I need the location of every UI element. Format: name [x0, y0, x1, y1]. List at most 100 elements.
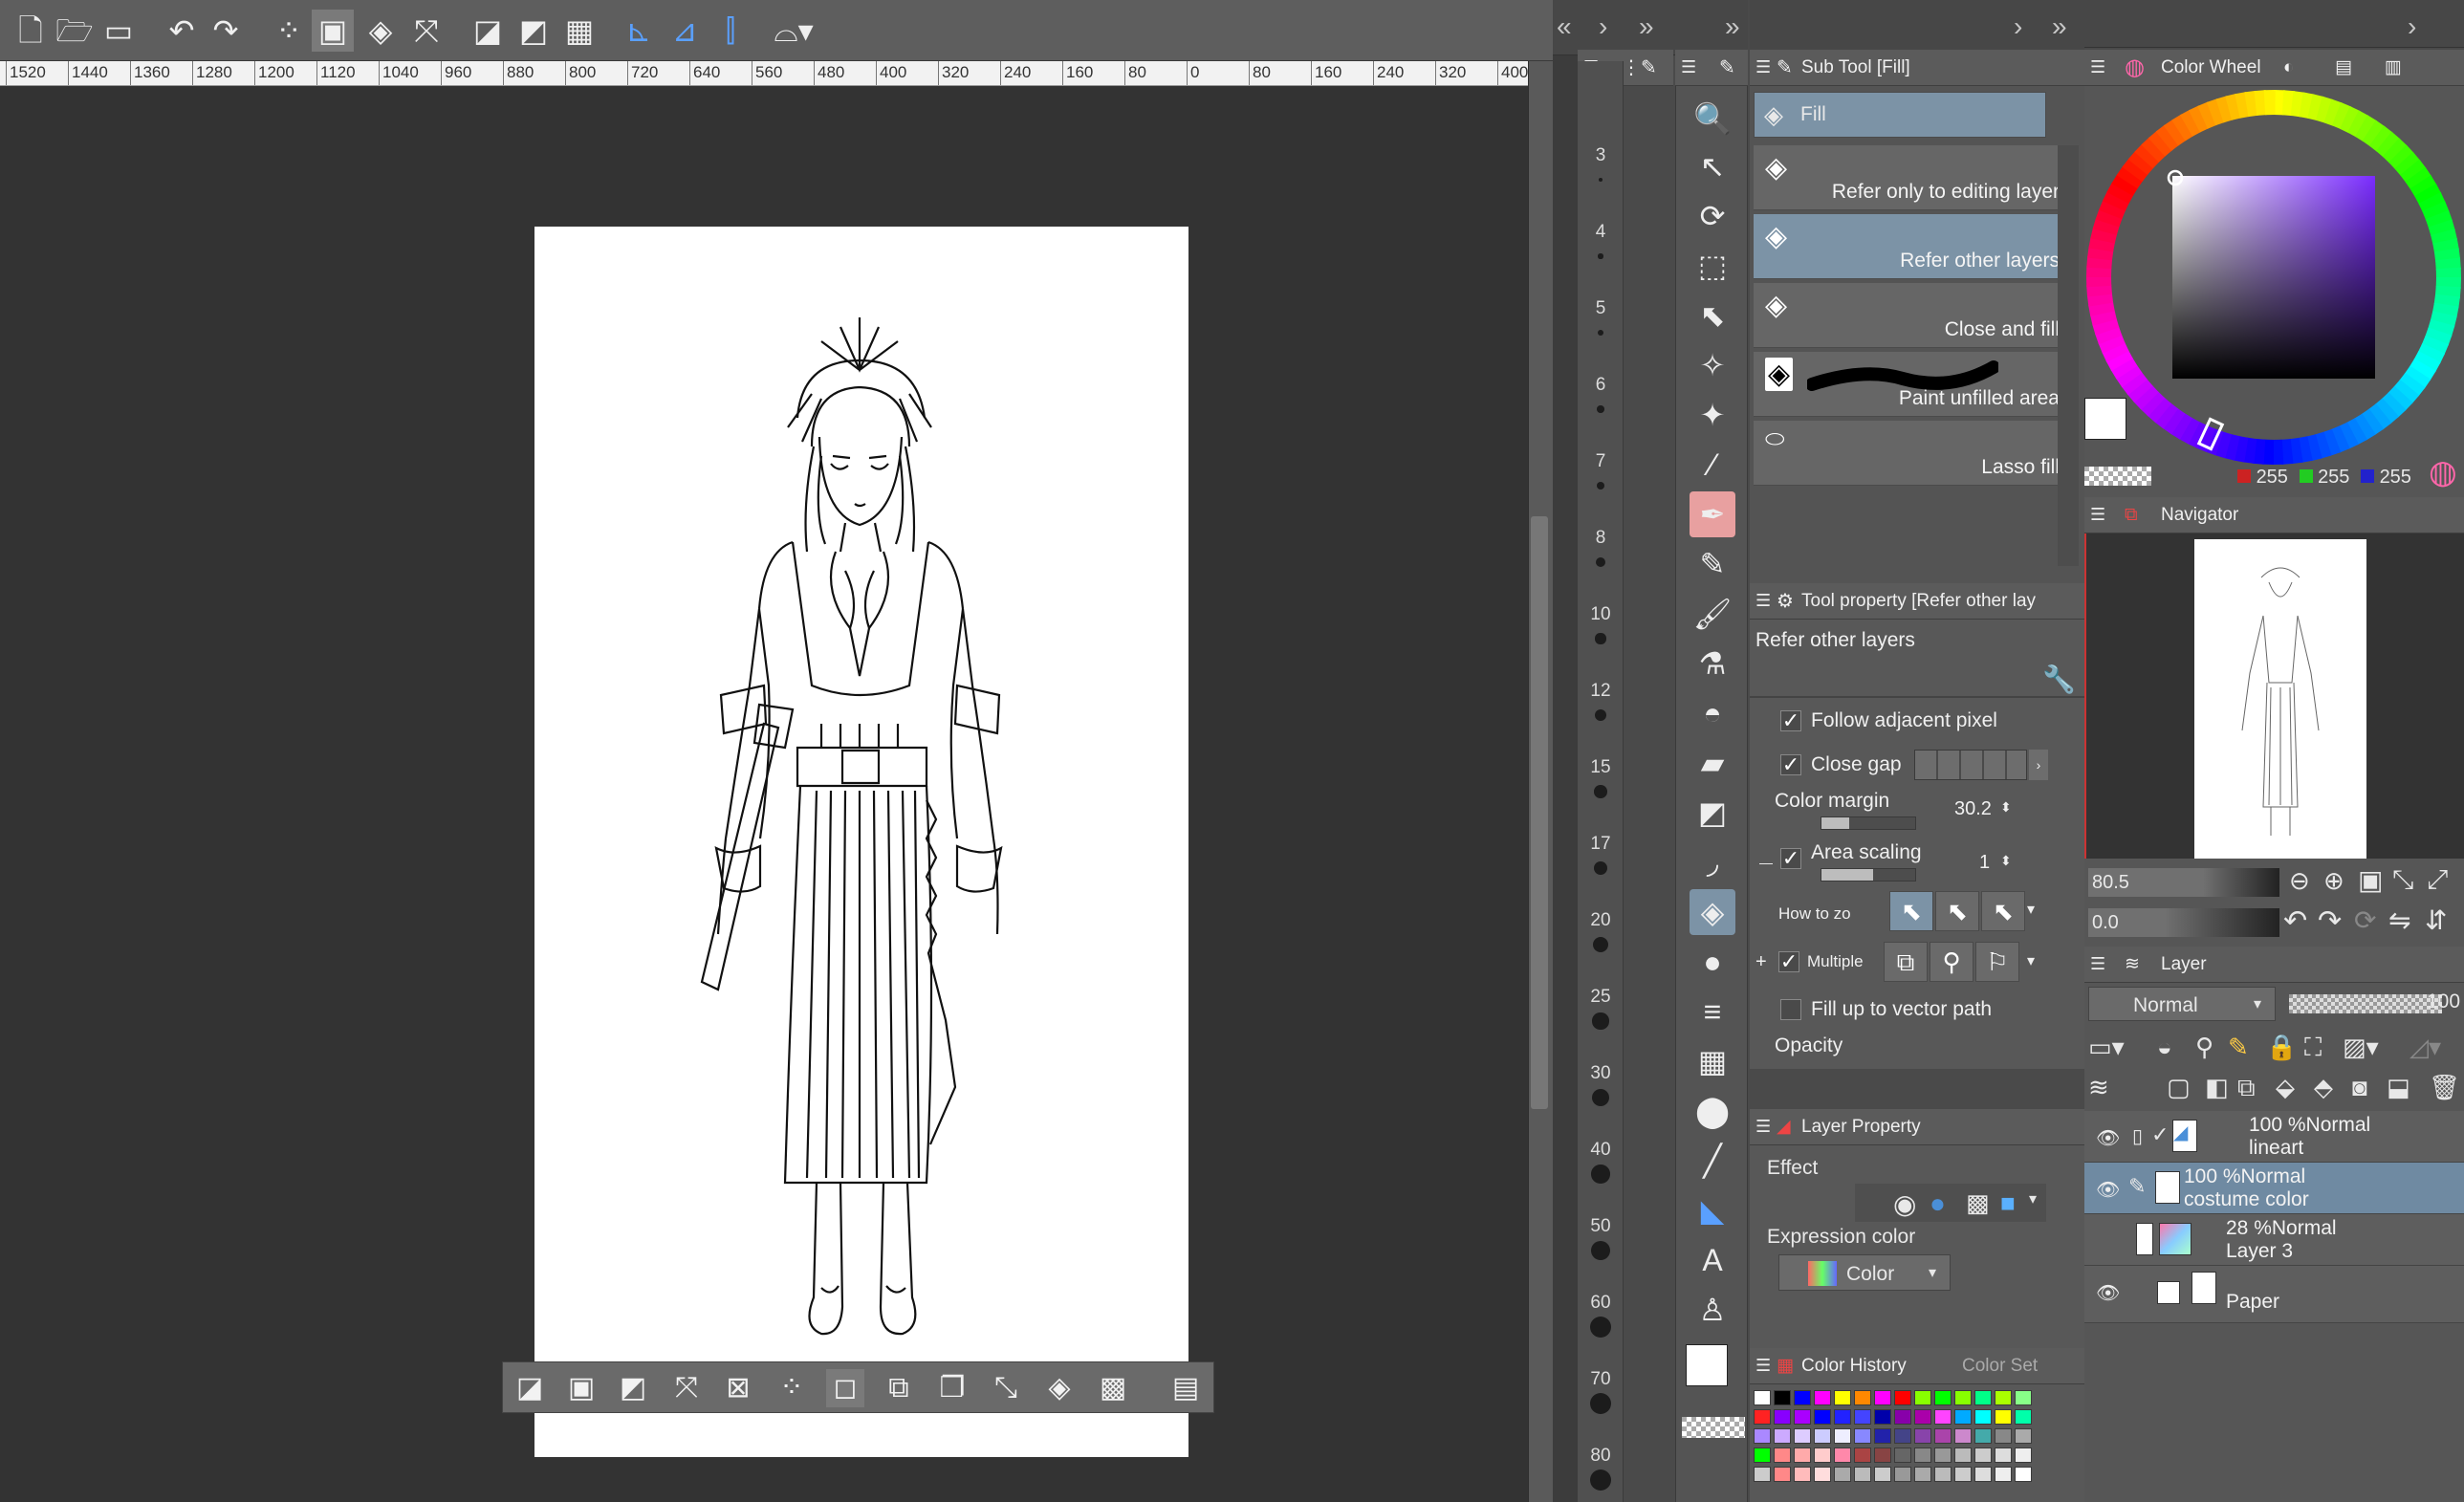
tone-effect-icon[interactable]: ▩	[1966, 1188, 1990, 1218]
panel-menu-icon[interactable]: ☰	[2090, 506, 2105, 523]
airbrush-icon[interactable]: ⚗	[1690, 641, 1735, 686]
color-swatch[interactable]	[1854, 1428, 1871, 1444]
subtool-item-refer-editing[interactable]: ◈ Refer only to editing layer	[1754, 145, 2065, 210]
new-folder-icon[interactable]: ⧉	[2237, 1073, 2256, 1103]
clear-selection-icon[interactable]: ⁘	[268, 10, 310, 52]
color-swatch[interactable]	[1894, 1467, 1911, 1482]
brush-size-dot[interactable]	[1590, 1240, 1611, 1261]
subtool-item-refer-other[interactable]: ◈ Refer other layers	[1754, 214, 2065, 279]
transfer-down-icon[interactable]: ⬙	[2276, 1073, 2295, 1102]
actual-size-icon[interactable]: ⤡	[2392, 864, 2413, 896]
color-swatch[interactable]	[1934, 1467, 1952, 1482]
colorwheel-title[interactable]: Color Wheel	[2161, 50, 2261, 85]
brush-size-dot[interactable]	[1597, 329, 1604, 337]
color-swatch[interactable]	[1954, 1467, 1972, 1482]
canvas-page[interactable]	[534, 227, 1188, 1457]
eye-icon[interactable]: 👁	[2096, 1281, 2120, 1305]
brush-size-dot[interactable]	[1597, 405, 1604, 413]
rotation-slider[interactable]: 0.0	[2088, 908, 2279, 937]
brush-size-dot[interactable]	[1590, 1393, 1611, 1414]
paste-icon[interactable]: ❐	[933, 1369, 971, 1407]
crop-icon[interactable]: ⤧	[667, 1369, 706, 1407]
transform-icon[interactable]: ◻	[826, 1369, 864, 1407]
brush-size-dot[interactable]	[1593, 937, 1608, 952]
panel-menu-icon[interactable]: ☰	[2090, 955, 2105, 972]
fit-width-icon[interactable]: ⤢	[2427, 864, 2448, 896]
color-swatch[interactable]	[1854, 1448, 1871, 1463]
dock-divider[interactable]	[1553, 0, 1578, 1502]
fill-icon[interactable]: ◩	[614, 1369, 652, 1407]
eraser-icon[interactable]: ▰	[1690, 740, 1735, 786]
wrench-icon[interactable]: 🔧	[2042, 664, 2076, 695]
brush-size-label[interactable]: 4	[1578, 222, 1624, 243]
fill-bucket-icon[interactable]: ◈	[1690, 889, 1735, 935]
color-swatch[interactable]	[1834, 1390, 1851, 1405]
brush-size-label[interactable]: 15	[1578, 757, 1624, 778]
expression-color-select[interactable]: Color ▾	[1778, 1254, 1951, 1291]
color-swatch[interactable]	[1774, 1390, 1791, 1405]
brush-size-dot[interactable]	[1591, 1165, 1610, 1184]
chevron-right-icon[interactable]: ›	[1599, 11, 1607, 42]
color-swatch[interactable]	[1854, 1467, 1871, 1482]
color-margin-slider[interactable]	[1821, 816, 1916, 830]
zoom-out-icon[interactable]: ⊖	[2289, 866, 2310, 896]
brush-size-label[interactable]: 7	[1578, 451, 1624, 472]
color-effect-icon[interactable]: ●	[1930, 1188, 1946, 1219]
color-swatch[interactable]	[1934, 1390, 1952, 1405]
zoom-mode-1-icon[interactable]: ⬉	[1889, 891, 1933, 931]
color-swatch[interactable]	[1754, 1428, 1771, 1444]
color-swatch[interactable]	[1954, 1409, 1972, 1425]
border-effect-icon[interactable]: ◉	[1893, 1188, 1916, 1220]
select-icon[interactable]: ▣	[562, 1369, 600, 1407]
canvas-scrollbar-thumb[interactable]	[1531, 516, 1548, 1109]
ruler-link-icon[interactable]: ◿▾	[2409, 1033, 2441, 1062]
color-swatch[interactable]	[1914, 1390, 1931, 1405]
brush-size-label[interactable]: 80	[1578, 1446, 1624, 1467]
color-swatch[interactable]	[1974, 1428, 1992, 1444]
color-swatch[interactable]	[1874, 1409, 1891, 1425]
fill-selection-icon[interactable]: ◈	[360, 10, 402, 52]
color-swatch[interactable]	[1794, 1467, 1811, 1482]
select-all-icon[interactable]: ▣	[312, 10, 354, 52]
color-swatch[interactable]	[1794, 1428, 1811, 1444]
color-swatch[interactable]	[1834, 1448, 1851, 1463]
color-swatch[interactable]	[1954, 1428, 1972, 1444]
chevron-down-icon[interactable]: ▾	[2027, 941, 2035, 983]
color-swatch[interactable]	[1774, 1448, 1791, 1463]
expand-right-icon[interactable]: »	[2052, 11, 2067, 42]
color-swatch[interactable]	[1934, 1428, 1952, 1444]
brush-size-dot[interactable]	[1599, 178, 1603, 182]
transform-object-icon[interactable]: ⬚	[1690, 243, 1735, 289]
layer-row-costume-color[interactable]: 👁 ✎ 100 %Normal costume color	[2084, 1163, 2464, 1214]
eye-icon[interactable]: 👁	[2096, 1178, 2120, 1202]
figure-icon[interactable]: ⬤	[1690, 1088, 1735, 1134]
eye-icon[interactable]: 👁	[2096, 1126, 2120, 1150]
zoom-in-icon[interactable]: ⊕	[2323, 866, 2344, 896]
ruler-icon[interactable]: ▤	[1163, 1369, 1209, 1407]
main-color-swatch[interactable]	[2084, 398, 2126, 440]
apply-mask-icon[interactable]: ⬓	[2387, 1073, 2410, 1102]
brush-size-label[interactable]: 3	[1578, 145, 1624, 166]
operation-icon[interactable]: ↖	[1690, 143, 1735, 189]
brush-size-label[interactable]: 8	[1578, 528, 1624, 549]
layer-stack-icon[interactable]: ≋	[2088, 1073, 2109, 1102]
color-slider-tab-icon[interactable]: ◐	[2283, 50, 2294, 85]
clip-icon[interactable]: ◒	[2157, 1033, 2172, 1062]
color-swatch[interactable]	[1995, 1428, 2012, 1444]
brush-icon[interactable]: 🖌	[1690, 591, 1735, 637]
lock-toggle-icon[interactable]: ▯	[2132, 1124, 2143, 1148]
zoom-slider[interactable]: 80.5	[2088, 868, 2279, 897]
expand-right-icon[interactable]: »	[1725, 11, 1740, 42]
color-swatch[interactable]	[1954, 1448, 1972, 1463]
lock-icon[interactable]: 🔒	[2266, 1033, 2297, 1062]
snap-menu-icon[interactable]: ⌓▾	[773, 10, 815, 52]
brush-size-label[interactable]: 17	[1578, 834, 1624, 855]
reference-icon[interactable]: ⚲	[2195, 1033, 2213, 1062]
brush-size-dot[interactable]	[1594, 708, 1607, 722]
subtool-group-fill[interactable]: ◈ Fill	[1754, 92, 2046, 138]
open-folder-icon[interactable]: 🗁	[54, 10, 96, 52]
ruler-tool-icon[interactable]: ◣	[1690, 1187, 1735, 1233]
copy-icon[interactable]: ⧉	[880, 1369, 918, 1407]
panel-menu-icon[interactable]: ☰	[1755, 592, 1771, 609]
brush-size-dot[interactable]	[1596, 481, 1605, 490]
